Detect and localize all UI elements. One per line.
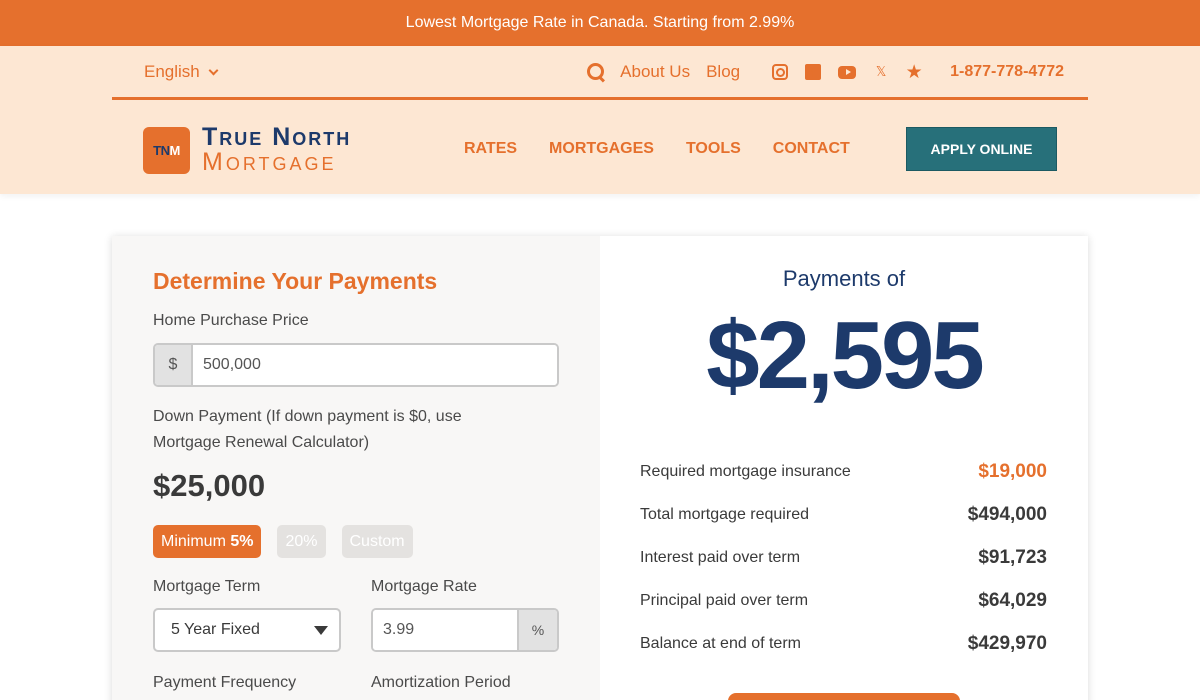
logo-mark-right: M — [169, 142, 181, 158]
result-value: $19,000 — [978, 460, 1047, 482]
result-row: Required mortgage insurance $19,000 — [640, 450, 1047, 493]
payment-amount: $2,595 — [706, 302, 985, 409]
site-logo[interactable]: TN M True North Mortgage — [143, 125, 351, 175]
blog-link[interactable]: Blog — [706, 62, 740, 82]
payments-label: Payments of — [782, 266, 906, 291]
calculator-title: Determine Your Payments — [153, 268, 438, 294]
price-input[interactable] — [193, 345, 557, 385]
result-value: $494,000 — [967, 503, 1047, 525]
results-cta-button[interactable] — [728, 693, 960, 700]
apply-online-button[interactable]: APPLY ONLINE — [906, 127, 1057, 171]
pill-custom[interactable]: Custom — [341, 525, 413, 558]
nav-item-rates[interactable]: RATES — [464, 140, 517, 158]
logo-wordmark: True North Mortgage — [202, 125, 351, 175]
pill-minimum-prefix: Minimum — [161, 532, 231, 550]
percent-suffix: % — [517, 610, 557, 650]
chevron-down-icon — [208, 65, 219, 75]
results-table: Required mortgage insurance $19,000 Tota… — [640, 450, 1047, 665]
facebook-icon[interactable]: f — [805, 64, 822, 80]
result-label: Total mortgage required — [640, 505, 809, 523]
down-payment-options: Minimum 5% 20% Custom — [153, 525, 413, 558]
result-value: $429,970 — [967, 632, 1047, 654]
result-row: Principal paid over term $64,029 — [640, 579, 1047, 622]
youtube-icon[interactable] — [838, 65, 857, 79]
price-field: $ — [153, 343, 559, 387]
language-label: English — [144, 62, 200, 81]
logo-mark-left: TN — [153, 142, 170, 158]
pill-minimum[interactable]: Minimum 5% — [153, 525, 262, 558]
result-row: Balance at end of term $429,970 — [640, 622, 1047, 665]
calculator-results: Payments of $2,595 Required mortgage ins… — [600, 236, 1088, 700]
main-nav: TN M True North Mortgage RATES MORTGAGES … — [0, 103, 1200, 194]
promo-banner: Lowest Mortgage Rate in Canada. Starting… — [0, 0, 1200, 46]
result-label: Principal paid over term — [640, 591, 809, 609]
calculator-inputs: Determine Your Payments Home Purchase Pr… — [112, 236, 600, 700]
language-selector[interactable]: English — [144, 62, 219, 82]
down-payment-label-1: Down Payment (If down payment is $0, use — [153, 408, 462, 425]
rate-input[interactable] — [373, 610, 517, 650]
term-value: 5 Year Fixed — [171, 621, 260, 638]
amortization-label: Amortization Period — [371, 674, 511, 691]
phone-link[interactable]: 1-877-778-4772 — [950, 63, 1064, 81]
star-icon[interactable]: ★ — [906, 62, 923, 83]
result-value: $64,029 — [978, 589, 1047, 611]
social-links: f 𝕏 ★ — [772, 62, 923, 83]
nav-item-tools[interactable]: TOOLS — [686, 140, 741, 158]
logo-line-2: Mortgage — [202, 148, 337, 176]
price-label: Home Purchase Price — [153, 312, 309, 329]
mortgage-term-select[interactable]: 5 Year Fixed — [153, 608, 341, 652]
result-label: Interest paid over term — [640, 548, 801, 566]
down-payment-label-2: Mortgage Renewal Calculator) — [153, 434, 370, 451]
pill-20-percent[interactable]: 20% — [277, 525, 326, 558]
pill-minimum-value: 5% — [230, 532, 254, 550]
about-us-link[interactable]: About Us — [620, 62, 690, 82]
rate-label: Mortgage Rate — [371, 578, 477, 595]
result-value: $91,723 — [978, 546, 1047, 568]
down-payment-amount: $25,000 — [153, 468, 266, 503]
dollar-prefix: $ — [155, 345, 193, 385]
x-icon[interactable]: 𝕏 — [873, 64, 889, 80]
utility-bar: English About Us Blog f 𝕏 ★ 1-877-778-47… — [112, 46, 1088, 100]
promo-text: Lowest Mortgage Rate in Canada. Starting… — [405, 14, 795, 31]
frequency-label: Payment Frequency — [153, 674, 297, 691]
caret-down-icon — [314, 626, 328, 635]
payment-calculator: Determine Your Payments Home Purchase Pr… — [112, 236, 1088, 700]
result-row: Interest paid over term $91,723 — [640, 536, 1047, 579]
search-icon[interactable] — [586, 62, 606, 82]
nav-item-mortgages[interactable]: MORTGAGES — [549, 140, 654, 158]
nav-item-contact[interactable]: CONTACT — [773, 140, 850, 158]
site-header: English About Us Blog f 𝕏 ★ 1-877-778-47… — [0, 46, 1200, 194]
result-row: Total mortgage required $494,000 — [640, 493, 1047, 536]
instagram-icon[interactable] — [772, 64, 789, 80]
nav-links: RATES MORTGAGES TOOLS CONTACT — [464, 140, 850, 158]
result-label: Required mortgage insurance — [640, 462, 851, 480]
utility-links: About Us Blog f 𝕏 ★ 1-877-778-4772 — [586, 60, 1064, 84]
term-label: Mortgage Term — [153, 578, 261, 595]
logo-mark: TN M — [143, 126, 190, 174]
logo-line-1: True North — [202, 123, 352, 151]
result-label: Balance at end of term — [640, 634, 801, 652]
rate-field: % — [371, 608, 559, 652]
